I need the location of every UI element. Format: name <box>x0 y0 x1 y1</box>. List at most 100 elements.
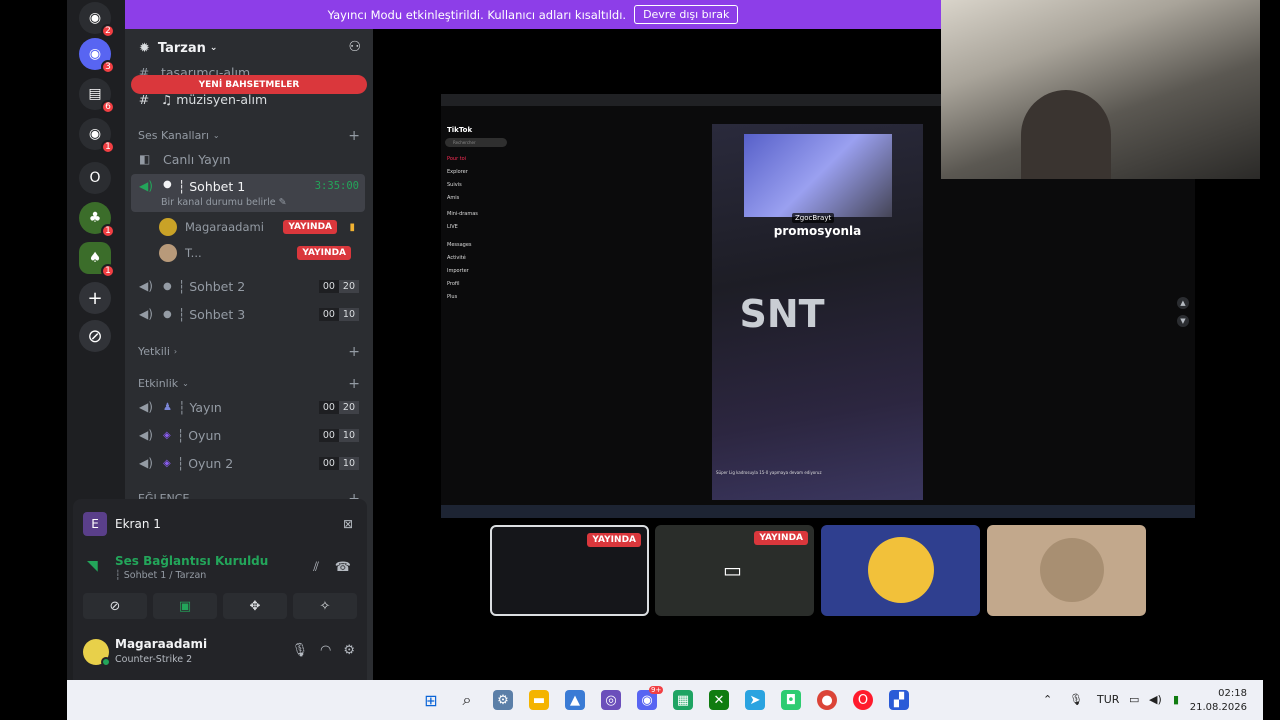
category-yetkili[interactable]: Yetkili › + <box>138 344 360 360</box>
chat-bubble-icon: ● <box>163 179 172 190</box>
screen: ◉ 2 ◉ 3 ▤ 6 ◉ 1 O ♣ 1 ♠ 1 + ⊘ Yayıncı Modu etk… <box>0 0 1280 720</box>
activities-button[interactable]: ✥ <box>223 593 287 619</box>
invite-people-icon[interactable]: ⚇ <box>348 39 361 55</box>
server-settings-icon: ✹ <box>139 40 150 56</box>
app-icon-2[interactable]: ▞ <box>889 690 909 710</box>
server-icon-tarzan[interactable]: ♣ 1 <box>79 202 115 238</box>
voice-action-buttons: ⊘ ▣ ✥ ✧ <box>83 593 357 619</box>
microphone-icon[interactable]: 🎙 <box>1069 693 1083 706</box>
volume-icon[interactable]: ◀) <box>1149 693 1162 706</box>
settings-icon[interactable]: ⚙ <box>493 690 513 710</box>
participant-tile[interactable]: YAYINDA <box>490 525 649 616</box>
noise-suppression-icon[interactable]: ⫽ <box>313 560 319 575</box>
android-icon[interactable]: ◘ <box>781 690 801 710</box>
server-icon-active[interactable]: ♠ 1 <box>79 242 115 278</box>
speaker-icon: ◀) <box>139 307 153 321</box>
voice-connection: ◥ Ses Bağlantısı Kuruldu ┆ Sohbet 1 / Ta… <box>85 554 359 581</box>
voice-member[interactable]: T... YAYINDA <box>159 241 359 265</box>
server-icon-2[interactable]: ◉ 1 <box>79 118 115 154</box>
chevron-down-icon[interactable]: ▼ <box>1177 315 1189 327</box>
clock-time: 02:18 <box>1218 688 1247 699</box>
tiktok-menu-item: Explorer <box>447 169 468 175</box>
camera-off-button[interactable]: ⊘ <box>83 593 147 619</box>
headphones-icon[interactable]: ◠ <box>320 643 331 658</box>
server-icon-letter[interactable]: O <box>79 162 111 194</box>
app-icon[interactable]: ◎ <box>601 690 621 710</box>
participant-tile[interactable]: YAYINDA ▭ <box>655 525 814 616</box>
server-icon-1[interactable]: ▤ 6 <box>79 78 115 114</box>
music-icon: ♫ <box>161 91 173 107</box>
participant-tile[interactable] <box>987 525 1146 616</box>
streamer-tag: ZgocBrayt <box>792 213 835 223</box>
category-etkinlik[interactable]: Etkinlik ⌄ + <box>138 376 360 392</box>
add-channel-icon[interactable]: + <box>348 376 360 392</box>
language-indicator[interactable]: TUR <box>1097 693 1119 706</box>
avatar <box>159 218 177 236</box>
status-text: Bir kanal durumu belirle <box>161 197 276 208</box>
user-count: 00 <box>318 307 339 321</box>
activity-icon: ▮ <box>349 221 355 233</box>
discord-dm-icon[interactable]: ◉ 3 <box>79 38 115 74</box>
channel-muzisyen[interactable]: # ♫ müzisyen-alım <box>133 87 365 111</box>
gamepad-icon: ◈ <box>163 457 171 469</box>
clock[interactable]: 02:18 21.08.2026 <box>1190 687 1247 715</box>
folder-icon[interactable]: ▬ <box>529 690 549 710</box>
user-max: 10 <box>338 456 359 470</box>
channel-status[interactable]: Bir kanal durumu belirle ✎ <box>161 197 287 208</box>
tiktok-search: Rechercher <box>445 138 507 147</box>
tiktok-menu-item: Pour toi <box>447 156 467 162</box>
voice-channel-oyun-2[interactable]: ◀) ◈ ┆ Oyun 2 00 10 <box>131 449 365 477</box>
channel-timer: 3:35:00 <box>314 180 359 192</box>
chat-bubble-icon: ● <box>163 308 172 320</box>
avatar <box>159 244 177 262</box>
speaker-icon: ◀) <box>139 428 153 442</box>
gear-icon[interactable]: ⚙ <box>343 643 355 658</box>
voice-channel-live[interactable]: ◧ Canlı Yayın <box>131 145 365 173</box>
user-max: 20 <box>338 279 359 293</box>
explore-icon[interactable]: ⊘ <box>79 320 111 352</box>
screen-share-row[interactable]: E Ekran 1 ⊠ <box>83 511 357 537</box>
screen-label: Ekran 1 <box>115 517 161 531</box>
broadcast-icon: ◧ <box>139 152 151 166</box>
username[interactable]: Magaraadami <box>115 637 207 651</box>
chevron-up-icon[interactable]: ▲ <box>1177 297 1189 309</box>
close-stream-icon[interactable]: ⊠ <box>343 517 353 531</box>
voice-channel-active[interactable]: ◀) ● ┆ Sohbet 1 3:35:00 Bir kanal durumu… <box>131 174 365 212</box>
voice-member[interactable]: Magaraadami YAYINDA ▮ <box>159 215 359 239</box>
signal-icon: ◥ <box>87 558 98 574</box>
soundboard-button[interactable]: ✧ <box>293 593 357 619</box>
add-server-icon[interactable]: + <box>79 282 111 314</box>
voice-channel-oyun[interactable]: ◀) ◈ ┆ Oyun 00 10 <box>131 421 365 449</box>
server-name: Tarzan <box>157 40 206 56</box>
search-icon[interactable]: ⌕ <box>457 690 477 710</box>
chevron-up-icon[interactable]: ⌃ <box>1043 693 1052 706</box>
telegram-icon[interactable]: ➤ <box>745 690 765 710</box>
photos-icon[interactable]: ▲ <box>565 690 585 710</box>
chevron-right-icon: › <box>173 347 178 356</box>
voice-channel-sohbet-3[interactable]: ◀) ● ┆ Sohbet 3 00 10 <box>131 300 365 328</box>
battery-icon[interactable]: ▮ <box>1173 693 1179 706</box>
user-limit: 00 10 <box>318 456 359 470</box>
network-icon[interactable]: ▭ <box>1129 693 1139 706</box>
video-footer: Süper Lig kadrosuyla 15-0 yapmaya devam … <box>716 470 822 475</box>
opera-icon[interactable]: O <box>853 690 873 710</box>
voice-channel-yayin[interactable]: ◀) ♟ ┆ Yayın 00 20 <box>131 393 365 421</box>
disable-streamer-mode-button[interactable]: Devre dışı bırak <box>634 5 739 24</box>
tiktok-menu-item: Profil <box>447 281 460 287</box>
add-channel-icon[interactable]: + <box>348 128 360 144</box>
channel-label: ┆ Sohbet 2 <box>177 278 246 294</box>
discord-home-icon[interactable]: ◉ 2 <box>79 2 115 38</box>
microphone-icon[interactable]: 🎙 <box>291 643 308 658</box>
category-voice[interactable]: Ses Kanalları ⌄ + <box>138 128 360 144</box>
chrome-icon[interactable]: ● <box>817 690 837 710</box>
voice-channel-sohbet-2[interactable]: ◀) ● ┆ Sohbet 2 00 20 <box>131 272 365 300</box>
windows-start-icon[interactable]: ⊞ <box>421 690 441 710</box>
sheets-icon[interactable]: ▦ <box>673 690 693 710</box>
monitor-icon: ▭ <box>723 558 742 582</box>
xbox-icon[interactable]: ✕ <box>709 690 729 710</box>
screen-share-button[interactable]: ▣ <box>153 593 217 619</box>
add-channel-icon[interactable]: + <box>348 344 360 360</box>
disconnect-icon[interactable]: ☎ <box>335 560 351 575</box>
avatar <box>868 537 934 603</box>
participant-tile[interactable] <box>821 525 980 616</box>
